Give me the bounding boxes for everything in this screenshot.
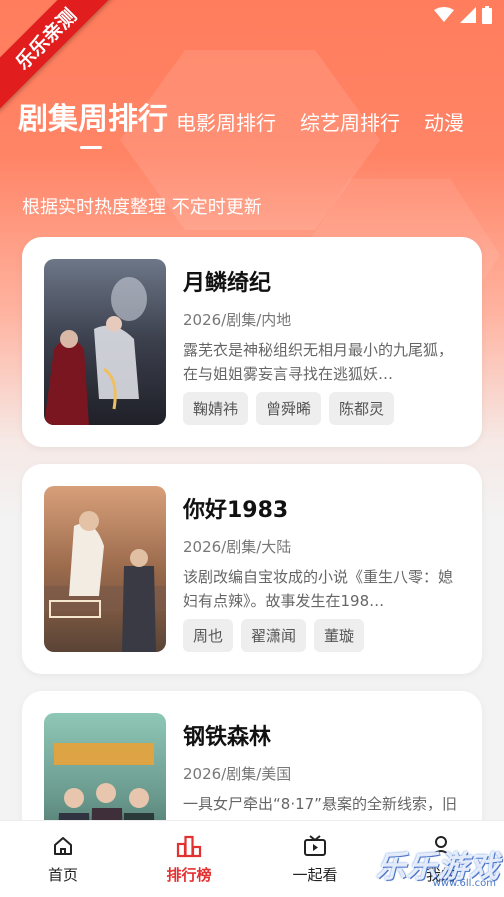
cast-tag[interactable]: 董璇 [314, 619, 365, 652]
cast-tag[interactable]: 周也 [183, 619, 234, 652]
item-description: 露芜衣是神秘组织无相月最小的九尾狐，在与姐姐雾妄言寻找在逃狐妖… [183, 341, 454, 383]
item-title: 月鳞绮纪 [183, 271, 272, 296]
item-description: 该剧改编自宝妆成的小说《重生八零：媳妇有点辣》。故事发生在198… [183, 568, 454, 610]
battery-icon [482, 6, 492, 24]
item-meta: 2026/剧集/内地 [183, 311, 292, 329]
nav-ranking[interactable]: 排行榜 [126, 821, 252, 897]
item-title: 钢铁森林 [183, 725, 272, 750]
ranking-card[interactable]: 月鳞绮纪 2026/剧集/内地 露芜衣是神秘组织无相月最小的九尾狐，在与姐姐雾妄… [22, 237, 482, 447]
tab-variety-weekly[interactable]: 综艺周排行 [300, 107, 400, 144]
poster-image [44, 486, 166, 652]
site-watermark-url: www.6ll.com [432, 878, 496, 889]
cast-tag[interactable]: 曾舜晞 [256, 392, 322, 425]
cast-tags: 鞠婧祎 曾舜晞 陈都灵 [183, 392, 462, 425]
poster-image [44, 259, 166, 425]
nav-watch-together[interactable]: 一起看 [252, 821, 378, 897]
item-meta: 2026/剧集/大陆 [183, 538, 292, 556]
tab-movie-weekly[interactable]: 电影周排行 [176, 107, 276, 144]
active-tab-indicator [80, 146, 102, 149]
ranking-subtitle: 根据实时热度整理 不定时更新 [22, 197, 262, 218]
cast-tag[interactable]: 陈都灵 [329, 392, 395, 425]
item-meta: 2026/剧集/美国 [183, 765, 292, 783]
tab-tv-weekly[interactable]: 剧集周排行 [18, 94, 168, 144]
status-bar [434, 6, 492, 24]
cast-tag[interactable]: 翟潇闻 [241, 619, 307, 652]
nav-label: 首页 [47, 865, 78, 884]
tab-anime-weekly[interactable]: 动漫 [424, 107, 464, 144]
item-title: 你好1983 [183, 498, 289, 523]
nav-label: 排行榜 [166, 865, 212, 884]
signal-icon [460, 7, 476, 23]
cast-tags: 周也 翟潇闻 董璇 [183, 619, 462, 652]
nav-home[interactable]: 首页 [0, 821, 126, 897]
home-icon [54, 836, 72, 855]
tv-icon [304, 834, 326, 856]
cast-tag[interactable]: 鞠婧祎 [183, 392, 249, 425]
wifi-icon [434, 7, 454, 22]
nav-label: 一起看 [292, 865, 338, 884]
ranking-card[interactable]: 你好1983 2026/剧集/大陆 该剧改编自宝妆成的小说《重生八零：媳妇有点辣… [22, 464, 482, 674]
ranking-icon [176, 835, 202, 857]
ranking-tabs: 剧集周排行 电影周排行 综艺周排行 动漫 [18, 94, 504, 144]
